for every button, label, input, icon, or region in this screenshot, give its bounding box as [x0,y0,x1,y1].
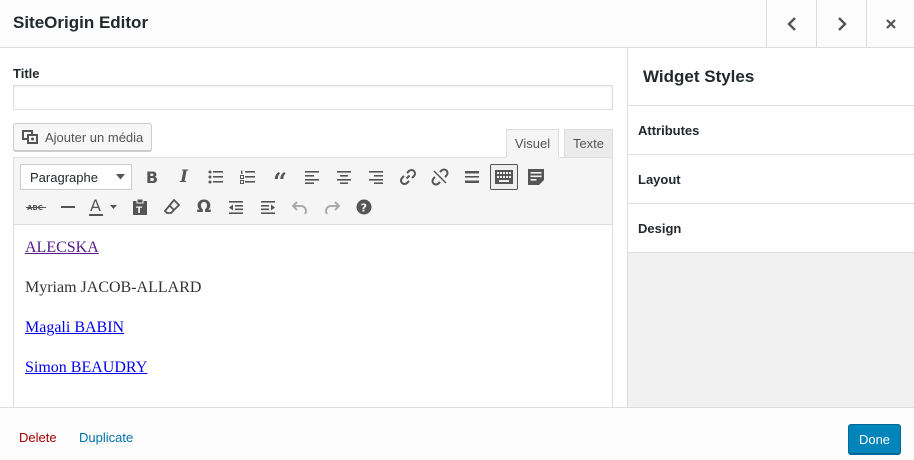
indent-button[interactable] [252,193,284,221]
content-link[interactable]: ALECSKA [25,239,99,256]
add-media-icon [22,130,38,144]
sidebar-section-layout[interactable]: Layout [628,155,914,204]
content-link[interactable]: Magali BABIN [25,319,124,336]
link-icon [399,168,417,186]
svg-text:A: A [90,197,101,215]
close-button[interactable] [866,0,914,47]
redo-button[interactable] [316,193,348,221]
bold-button[interactable]: B [136,163,168,191]
paste-text-icon: T [133,198,147,216]
blockquote-button[interactable]: “ [264,163,296,196]
tab-text[interactable]: Texte [564,129,613,158]
next-button[interactable] [816,0,866,47]
align-right-icon [369,171,383,184]
content-paragraph: Myriam JACOB-ALLARD [25,279,202,296]
remove-link-button[interactable] [424,163,456,191]
modal-header: SiteOrigin Editor [0,0,914,48]
toolbar-toggle-button[interactable] [490,164,518,190]
toolbar-row-2: ABC A T [20,193,380,221]
undo-icon [292,201,307,215]
insert-link-button[interactable] [392,163,424,191]
bold-icon: B [145,167,159,187]
clear-formatting-icon [164,199,180,214]
duplicate-link[interactable]: Duplicate [79,430,133,445]
bullet-list-icon [208,170,223,184]
align-left-icon [305,171,319,184]
horizontal-line-icon [61,206,75,208]
read-more-button[interactable] [456,163,488,191]
italic-button[interactable]: I [168,163,200,191]
strikethrough-button[interactable]: ABC [20,193,52,221]
content-paragraph: Magali BABIN [25,318,201,338]
main-panel: Title Ajouter un média Visuel Texte Para… [0,48,627,407]
sidebar-title: Widget Styles [628,48,914,106]
content-paragraph: ALECSKA [25,238,201,258]
horizontal-line-button[interactable] [52,193,84,221]
toolbar-toggle-icon [495,170,513,184]
delete-link[interactable]: Delete [19,430,57,445]
chevron-left-icon [786,16,796,31]
dropdown-arrow-icon [116,174,125,180]
close-icon [885,18,896,29]
done-button[interactable]: Done [848,424,901,454]
form-icon [528,169,544,185]
align-center-button[interactable] [328,163,360,191]
format-select-value: Paragraphe [30,169,98,185]
numbered-list-icon [240,170,255,184]
outdent-button[interactable] [220,193,252,221]
align-right-button[interactable] [360,163,392,191]
special-character-button[interactable]: Ω [188,193,220,221]
redo-icon [325,201,340,215]
help-icon: ? [356,199,372,215]
strikethrough-icon: ABC [26,204,46,212]
bullet-list-button[interactable] [200,163,232,191]
sidebar-section-design[interactable]: Design [628,204,914,253]
format-select[interactable]: Paragraphe [20,164,132,190]
undo-button[interactable] [284,193,316,221]
text-color-button[interactable]: A [84,193,124,221]
clear-formatting-button[interactable] [156,193,188,221]
blockquote-icon: “ [273,167,287,196]
toolbar-row-1: Paragraphe B I “ [20,163,552,196]
content-paragraph: Simon BEAUDRY [25,358,201,378]
svg-text:?: ? [361,202,367,215]
unlink-icon [431,168,449,186]
form-button[interactable] [520,163,552,191]
sidebar-section-attributes[interactable]: Attributes [628,106,914,155]
read-more-icon [465,171,479,183]
title-label: Title [13,66,40,81]
paste-text-button[interactable]: T [124,193,156,221]
text-color-icon: A [89,197,117,216]
widget-styles-sidebar: Widget Styles Attributes Layout Design [627,48,914,407]
rich-text-editor: Paragraphe B I “ A T Ω ? ALECSKA Myriam … [13,157,613,407]
editor-content[interactable]: ALECSKA Myriam JACOB-ALLARD Magali BABIN… [25,238,201,398]
italic-icon: I [180,167,188,187]
special-character-icon: Ω [196,197,212,217]
align-center-icon [337,171,351,184]
modal-footer: Delete Duplicate Done [0,407,914,460]
help-button[interactable]: ? [348,193,380,221]
numbered-list-button[interactable] [232,163,264,191]
chevron-right-icon [837,16,847,31]
add-media-button[interactable]: Ajouter un média [13,123,153,151]
title-input[interactable] [13,85,613,110]
modal-title: SiteOrigin Editor [13,13,149,32]
content-link[interactable]: Simon BEAUDRY [25,359,147,376]
svg-text:T: T [136,206,143,216]
indent-icon [261,201,275,214]
outdent-icon [229,201,243,214]
tab-visual[interactable]: Visuel [506,129,559,158]
align-left-button[interactable] [296,163,328,191]
add-media-label: Ajouter un média [45,129,144,145]
previous-button[interactable] [766,0,816,47]
editor-toolbar: Paragraphe B I “ A T Ω ? [14,158,612,225]
